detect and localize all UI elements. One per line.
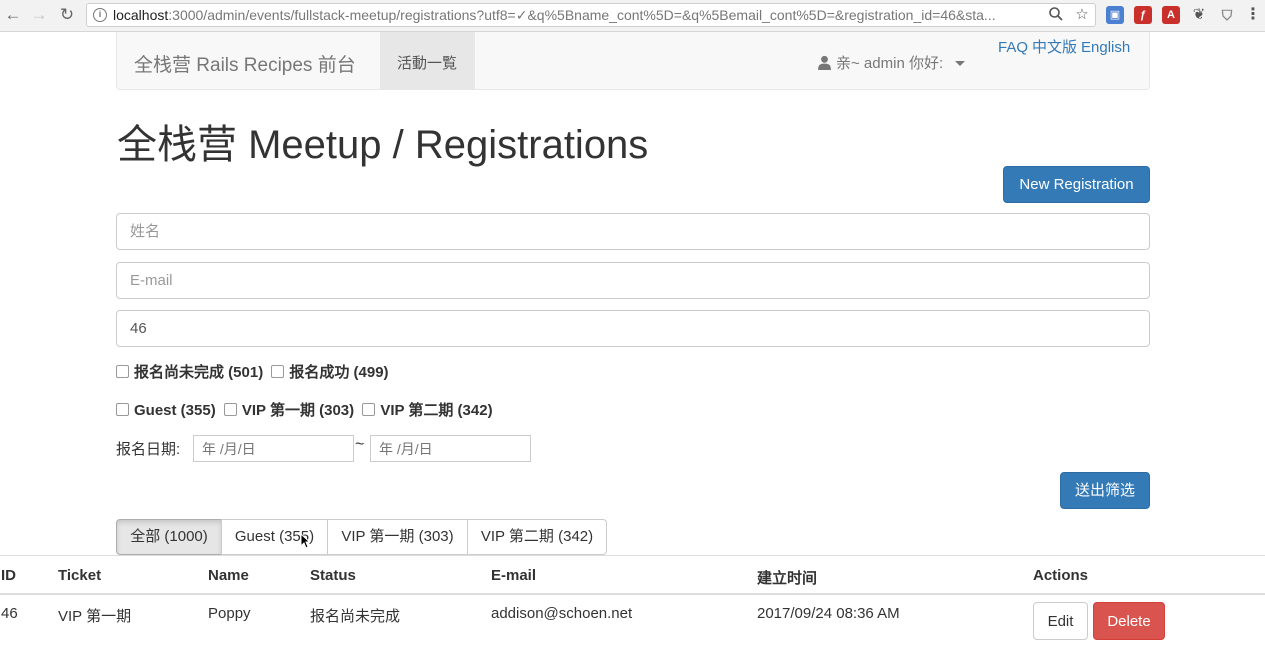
user-greeting: 亲~ admin 你好:	[836, 55, 944, 72]
cell-id: 46	[1, 605, 18, 622]
checkbox[interactable]	[271, 365, 285, 378]
date-filter-label: 报名日期:	[116, 441, 181, 458]
delete-button[interactable]: Delete	[1093, 602, 1165, 640]
date-from-input[interactable]	[193, 435, 354, 462]
url-host: localhost	[113, 7, 169, 23]
browser-toolbar: ← → ↻ i localhost:3000/admin/events/full…	[0, 0, 1265, 32]
reload-icon[interactable]: ↻	[57, 5, 77, 25]
status-option-pending[interactable]: 报名尚未完成 (501)	[116, 364, 263, 381]
tab-vip1[interactable]: VIP 第一期 (303)	[327, 519, 468, 555]
tab-vip2[interactable]: VIP 第二期 (342)	[467, 519, 607, 555]
nav-item-events-label: 活動一覧	[397, 55, 458, 72]
registration-id-input[interactable]	[116, 310, 1150, 347]
site-info-icon[interactable]: i	[93, 8, 107, 22]
cell-ticket: VIP 第一期	[58, 608, 132, 625]
extension-pdf-icon[interactable]: A	[1162, 6, 1180, 24]
language-links: FAQ 中文版 English	[998, 36, 1134, 57]
column-header-created: 建立时间	[757, 570, 818, 587]
browser-menu-icon[interactable]: ⋮	[1244, 6, 1262, 24]
site-navbar: 全栈营 Rails Recipes 前台 活動一覧 亲~ admin 你好:	[116, 32, 1150, 90]
ticket-option-vip1-label: VIP 第一期 (303)	[241, 402, 355, 419]
header-divider	[0, 593, 1265, 595]
edit-button[interactable]: Edit	[1033, 602, 1088, 640]
ticket-filter-group: Guest (355) VIP 第一期 (303) VIP 第二期 (342)	[116, 399, 497, 420]
extension-window-icon[interactable]: ▣	[1106, 6, 1124, 24]
ticket-option-vip1[interactable]: VIP 第一期 (303)	[223, 402, 355, 419]
extension-shield-icon[interactable]: ⛉	[1218, 6, 1236, 24]
name-search-input[interactable]	[116, 213, 1150, 250]
forward-arrow-icon[interactable]: →	[29, 5, 49, 25]
date-to-input[interactable]	[370, 435, 531, 462]
date-range-separator: ~	[355, 436, 365, 453]
checkbox[interactable]	[116, 365, 129, 378]
lang-en-link[interactable]: English	[1081, 39, 1130, 56]
email-search-input[interactable]	[116, 262, 1150, 299]
page-title: 全栈营 Meetup / Registrations	[117, 123, 649, 167]
zoom-icon[interactable]	[1047, 6, 1065, 24]
checkbox[interactable]	[116, 403, 129, 416]
submit-filter-button[interactable]: 送出筛选	[1060, 472, 1150, 509]
column-header-id: ID	[1, 567, 16, 584]
status-option-pending-label: 报名尚未完成 (501)	[134, 364, 264, 381]
nav-item-events[interactable]: 活動一覧	[380, 32, 475, 89]
column-header-ticket: Ticket	[58, 567, 102, 584]
extension-flash-icon[interactable]: ƒ	[1134, 6, 1152, 24]
url-path: :3000/admin/events/fullstack-meetup/regi…	[168, 7, 996, 23]
status-option-confirmed-label: 报名成功 (499)	[289, 364, 389, 381]
column-header-email: E-mail	[491, 567, 537, 584]
status-option-confirmed[interactable]: 报名成功 (499)	[271, 364, 389, 381]
ticket-option-guest[interactable]: Guest (355)	[116, 402, 216, 419]
new-registration-button[interactable]: New Registration	[1003, 166, 1150, 203]
back-arrow-icon[interactable]: ←	[3, 5, 23, 25]
ticket-option-guest-label: Guest (355)	[134, 402, 216, 419]
address-bar[interactable]: i localhost:3000/admin/events/fullstack-…	[86, 3, 1096, 27]
navbar-brand[interactable]: 全栈营 Rails Recipes 前台	[134, 50, 356, 77]
cell-email: addison@schoen.net	[491, 605, 633, 622]
cell-status: 报名尚未完成	[310, 608, 401, 625]
registrations-table: ID Ticket Name Status E-mail 建立时间 Action…	[0, 555, 1265, 640]
status-filter-group: 报名尚未完成 (501) 报名成功 (499)	[116, 361, 393, 382]
bookmark-star-icon[interactable]: ☆	[1073, 6, 1091, 24]
url-text[interactable]: localhost:3000/admin/events/fullstack-me…	[113, 7, 1018, 24]
faq-link[interactable]: FAQ	[998, 39, 1028, 56]
user-icon	[818, 55, 831, 70]
column-header-name: Name	[208, 567, 249, 584]
tab-all[interactable]: 全部 (1000)	[116, 519, 222, 555]
checkbox[interactable]	[362, 403, 376, 416]
ticket-option-vip2[interactable]: VIP 第二期 (342)	[362, 402, 493, 419]
checkbox[interactable]	[223, 403, 237, 416]
ticket-option-vip2-label: VIP 第二期 (342)	[380, 402, 493, 419]
column-header-actions: Actions	[1033, 567, 1089, 584]
user-dropdown[interactable]: 亲~ admin 你好:	[817, 52, 966, 73]
extension-evernote-icon[interactable]: ❦	[1190, 6, 1208, 24]
lang-zh-link[interactable]: 中文版	[1032, 39, 1077, 56]
cell-created-at: 2017/09/24 08:36 AM	[757, 605, 900, 622]
cell-name: Poppy	[208, 605, 251, 622]
column-header-status: Status	[310, 567, 356, 584]
chevron-down-icon	[955, 61, 966, 66]
tab-guest[interactable]: Guest (355)	[221, 519, 328, 555]
mouse-cursor-icon	[300, 533, 310, 549]
